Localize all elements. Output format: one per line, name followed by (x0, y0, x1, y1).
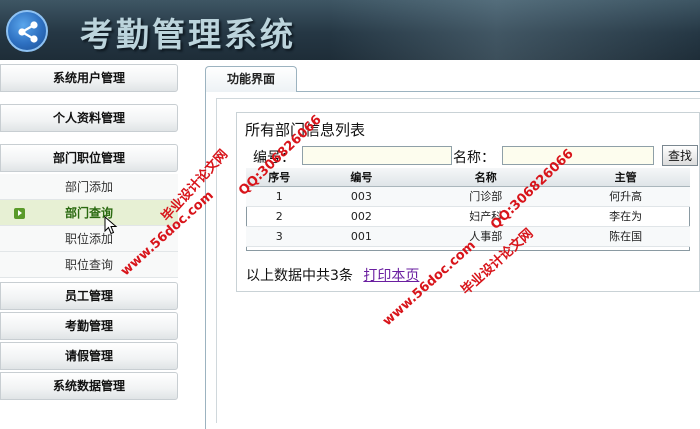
sidebar: 系统用户管理 个人资料管理 部门职位管理 部门添加 部门查询 职位添加 职位查询… (0, 60, 182, 429)
submenu-dept-add[interactable]: 部门添加 (0, 174, 178, 200)
dept-position-submenu: 部门添加 部门查询 职位添加 职位查询 (0, 174, 178, 278)
table-row[interactable]: 3 001 人事部 陈在国 (246, 226, 690, 247)
tab-function[interactable]: 功能界面 (205, 66, 297, 93)
col-header-code: 编号 (312, 168, 411, 187)
tab-strip: 功能界面 (205, 64, 700, 93)
search-row: 编号： 名称： 查找 (247, 145, 699, 169)
header-shine (330, 0, 700, 60)
dept-table: 序号 编号 名称 主管 1 003 门诊部 何升高 2 002 妇产科 李在为 (246, 168, 690, 247)
arrow-right-icon (14, 208, 25, 219)
menu-dept-position[interactable]: 部门职位管理 (0, 144, 178, 172)
col-header-manager: 主管 (561, 168, 690, 187)
menu-system-data[interactable]: 系统数据管理 (0, 372, 178, 400)
menu-attendance[interactable]: 考勤管理 (0, 312, 178, 340)
table-header-row: 序号 编号 名称 主管 (246, 168, 690, 187)
summary-row: 以上数据中共3条 打印本页 (246, 265, 419, 285)
cell-name: 门诊部 (410, 186, 562, 207)
col-header-index: 序号 (246, 168, 313, 187)
cell-name: 妇产科 (410, 206, 562, 227)
submenu-position-add[interactable]: 职位添加 (0, 226, 178, 252)
mouse-pointer-icon (104, 216, 118, 235)
summary-text: 以上数据中共3条 (246, 268, 353, 284)
name-input[interactable] (502, 146, 654, 165)
cell-index: 3 (246, 226, 313, 247)
col-header-name: 名称 (410, 168, 562, 187)
table-row[interactable]: 1 003 门诊部 何升高 (246, 186, 690, 207)
submenu-position-query[interactable]: 职位查询 (0, 252, 178, 278)
print-link[interactable]: 打印本页 (363, 268, 419, 284)
menu-leave[interactable]: 请假管理 (0, 342, 178, 370)
menu-personal-profile[interactable]: 个人资料管理 (0, 104, 178, 132)
app-title: 考勤管理系统 (80, 15, 296, 54)
panel-title: 所有部门信息列表 (245, 121, 366, 139)
menu-system-users[interactable]: 系统用户管理 (0, 64, 178, 92)
name-label: 名称： (453, 150, 495, 166)
cell-manager: 何升高 (561, 186, 690, 207)
code-input[interactable] (302, 146, 452, 165)
dept-list-panel: 所有部门信息列表 编号： 名称： 查找 序号 编号 名称 主管 1 003 门诊… (236, 112, 700, 292)
cell-code: 002 (312, 206, 411, 227)
app-window: 考勤管理系统 系统用户管理 个人资料管理 部门职位管理 部门添加 部门查询 职位… (0, 0, 700, 429)
share-icon (6, 10, 48, 52)
cell-manager: 陈在国 (561, 226, 690, 247)
cell-code: 003 (312, 186, 411, 207)
cell-index: 1 (246, 186, 313, 207)
menu-employee[interactable]: 员工管理 (0, 282, 178, 310)
cell-code: 001 (312, 226, 411, 247)
cell-name: 人事部 (410, 226, 562, 247)
search-button[interactable]: 查找 (662, 145, 698, 166)
submenu-dept-query[interactable]: 部门查询 (0, 200, 178, 226)
code-label: 编号： (253, 150, 295, 166)
cell-manager: 李在为 (561, 206, 690, 227)
cell-index: 2 (246, 206, 313, 227)
app-header: 考勤管理系统 (0, 0, 700, 60)
table-row[interactable]: 2 002 妇产科 李在为 (246, 206, 690, 227)
